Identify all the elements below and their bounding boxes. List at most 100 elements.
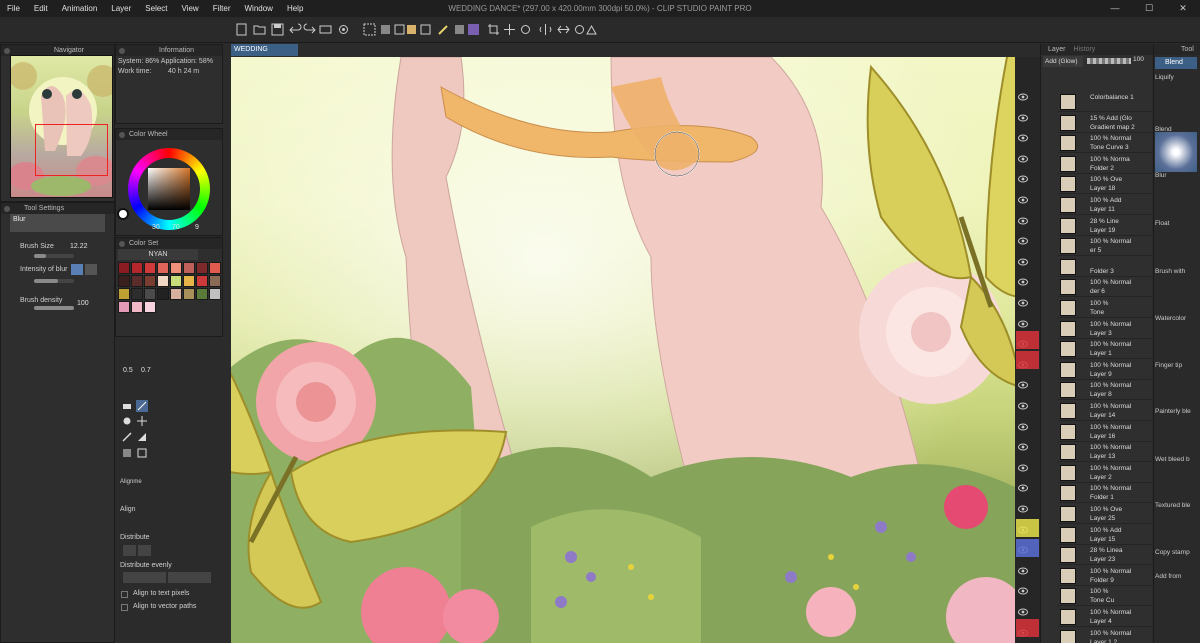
visibility-eye-icon[interactable]: [1018, 113, 1028, 123]
sub-tool-item[interactable]: Brush with: [1155, 268, 1198, 275]
move-icon[interactable]: [502, 22, 517, 37]
layer-row[interactable]: 100 % Tone: [1058, 298, 1152, 318]
sub-tool-item[interactable]: Liquify: [1155, 74, 1198, 81]
layer-row[interactable]: 100 % Normal Layer 8: [1058, 380, 1152, 401]
color-swatch[interactable]: [144, 288, 156, 300]
visibility-eye-icon[interactable]: [1018, 319, 1028, 329]
open-icon[interactable]: [252, 22, 267, 37]
opacity-value[interactable]: 100: [1133, 56, 1144, 63]
brush-size-slider[interactable]: [34, 254, 74, 258]
menu-view[interactable]: View: [175, 0, 206, 17]
color-swatch[interactable]: [157, 275, 169, 287]
visibility-eye-icon[interactable]: [1018, 257, 1028, 267]
opacity-slider[interactable]: [1087, 58, 1131, 64]
color-wheel[interactable]: [128, 148, 210, 230]
layer-row[interactable]: 100 % Ove Layer 18: [1058, 174, 1152, 195]
layer-row[interactable]: 100 % Normal Tone Curve 3: [1058, 133, 1152, 154]
redo-icon[interactable]: [302, 22, 317, 37]
flip-horizontal-icon[interactable]: [556, 22, 571, 37]
layer-row[interactable]: 100 % Normal Layer 4: [1058, 607, 1152, 627]
brush-density-slider[interactable]: [34, 306, 74, 310]
align-vector-paths-checkbox[interactable]: [121, 604, 128, 611]
undo-icon[interactable]: [288, 22, 303, 37]
settings-icon[interactable]: [336, 22, 351, 37]
navigator-tab[interactable]: Navigator: [10, 47, 88, 54]
intensity-slider[interactable]: [34, 279, 74, 283]
color-swatch[interactable]: [183, 288, 195, 300]
menu-help[interactable]: Help: [280, 0, 310, 17]
visibility-eye-icon[interactable]: [1018, 504, 1028, 514]
color-swatch[interactable]: [157, 288, 169, 300]
sub-tool-item[interactable]: Painterly ble: [1155, 408, 1198, 415]
blend-tool-icon[interactable]: [136, 400, 148, 412]
color-swatch[interactable]: [144, 301, 156, 313]
color-swatch[interactable]: [196, 275, 208, 287]
visibility-eye-icon[interactable]: [1018, 174, 1028, 184]
flip-icon[interactable]: [538, 22, 553, 37]
layer-row[interactable]: 100 % Normal der 6: [1058, 277, 1152, 298]
color-swatch[interactable]: [131, 301, 143, 313]
visibility-eye-icon[interactable]: [1018, 298, 1028, 308]
color-swatch[interactable]: [131, 262, 143, 274]
visibility-eye-icon[interactable]: [1018, 422, 1028, 432]
intensity-pressure-icon[interactable]: [71, 264, 83, 275]
visibility-eye-icon[interactable]: [1018, 216, 1028, 226]
sub-tool-item[interactable]: Finger tip: [1155, 362, 1198, 369]
layer-row[interactable]: 28 % Line Layer 19: [1058, 216, 1152, 236]
color-swatch[interactable]: [131, 275, 143, 287]
new-file-icon[interactable]: [234, 22, 249, 37]
save-icon[interactable]: [270, 22, 285, 37]
sub-tool-item[interactable]: Textured ble: [1155, 502, 1198, 509]
visibility-eye-icon[interactable]: [1018, 277, 1028, 287]
visibility-eye-icon[interactable]: [1018, 442, 1028, 452]
brush-size-preset-1[interactable]: 0.5: [123, 367, 133, 374]
color-swatch[interactable]: [144, 275, 156, 287]
color-swatch[interactable]: [118, 301, 130, 313]
sub-tool-item[interactable]: Add from: [1155, 573, 1198, 580]
menu-file[interactable]: File: [0, 0, 27, 17]
layer-row[interactable]: 100 % Normal Layer 3: [1058, 319, 1152, 339]
visibility-eye-icon[interactable]: [1018, 463, 1028, 473]
visibility-eye-icon[interactable]: [1018, 586, 1028, 596]
layer-row[interactable]: 100 % Add Layer 15: [1058, 525, 1152, 545]
pen-tool-icon[interactable]: [121, 431, 133, 443]
layer-row[interactable]: 100 % Normal Folder 1: [1058, 483, 1152, 504]
layer-row[interactable]: 100 % Norma Folder 2: [1058, 154, 1152, 174]
layer-row[interactable]: 100 % Normal Layer 13: [1058, 442, 1152, 463]
saturation-value-square[interactable]: [148, 168, 190, 210]
sub-tool-item[interactable]: Copy stamp: [1155, 549, 1198, 556]
layer-row[interactable]: 100 % Normal Layer 1 2: [1058, 628, 1152, 643]
rotate-icon[interactable]: [518, 22, 533, 37]
visibility-eye-icon[interactable]: [1018, 195, 1028, 205]
history-tab[interactable]: History: [1070, 46, 1100, 53]
visibility-eye-icon[interactable]: [1018, 607, 1028, 617]
navigator-viewport-frame[interactable]: [35, 124, 108, 176]
layer-row[interactable]: 100 % Normal Layer 14: [1058, 401, 1152, 421]
color-swatch[interactable]: [170, 275, 182, 287]
layer-row[interactable]: 15 % Add (Glo Gradient map 2: [1058, 113, 1152, 133]
layer-row[interactable]: 100 % Add Layer 11: [1058, 195, 1152, 215]
navigator-thumbnail[interactable]: [10, 55, 113, 198]
sub-tool-blend-active[interactable]: Blend: [1155, 57, 1197, 69]
color-swatch[interactable]: [118, 262, 130, 274]
invert-selection-icon[interactable]: [378, 22, 393, 37]
color-swatch[interactable]: [144, 262, 156, 274]
layer-row[interactable]: Colorbalance 1: [1058, 92, 1152, 112]
menu-animation[interactable]: Animation: [55, 0, 105, 17]
layer-row[interactable]: 100 % Tone Cu: [1058, 586, 1152, 607]
menu-layer[interactable]: Layer: [104, 0, 138, 17]
color-swatch[interactable]: [157, 262, 169, 274]
distribute-button-1[interactable]: [123, 545, 136, 556]
information-tab[interactable]: Information: [125, 47, 198, 54]
color-swatch[interactable]: [183, 275, 195, 287]
visibility-eye-icon[interactable]: [1018, 401, 1028, 411]
layer-row[interactable]: 100 % Normal Layer 2: [1058, 463, 1152, 483]
color-swatch[interactable]: [183, 262, 195, 274]
menu-select[interactable]: Select: [138, 0, 174, 17]
color-wheel-tab[interactable]: Color Wheel: [125, 131, 172, 138]
sub-tool-item[interactable]: Float: [1155, 220, 1198, 227]
color-set-selector[interactable]: NYAN: [118, 249, 198, 260]
clear-icon[interactable]: [404, 22, 419, 37]
layer-row[interactable]: 100 % Normal Layer 16: [1058, 422, 1152, 442]
erase-selection-icon[interactable]: [318, 22, 333, 37]
